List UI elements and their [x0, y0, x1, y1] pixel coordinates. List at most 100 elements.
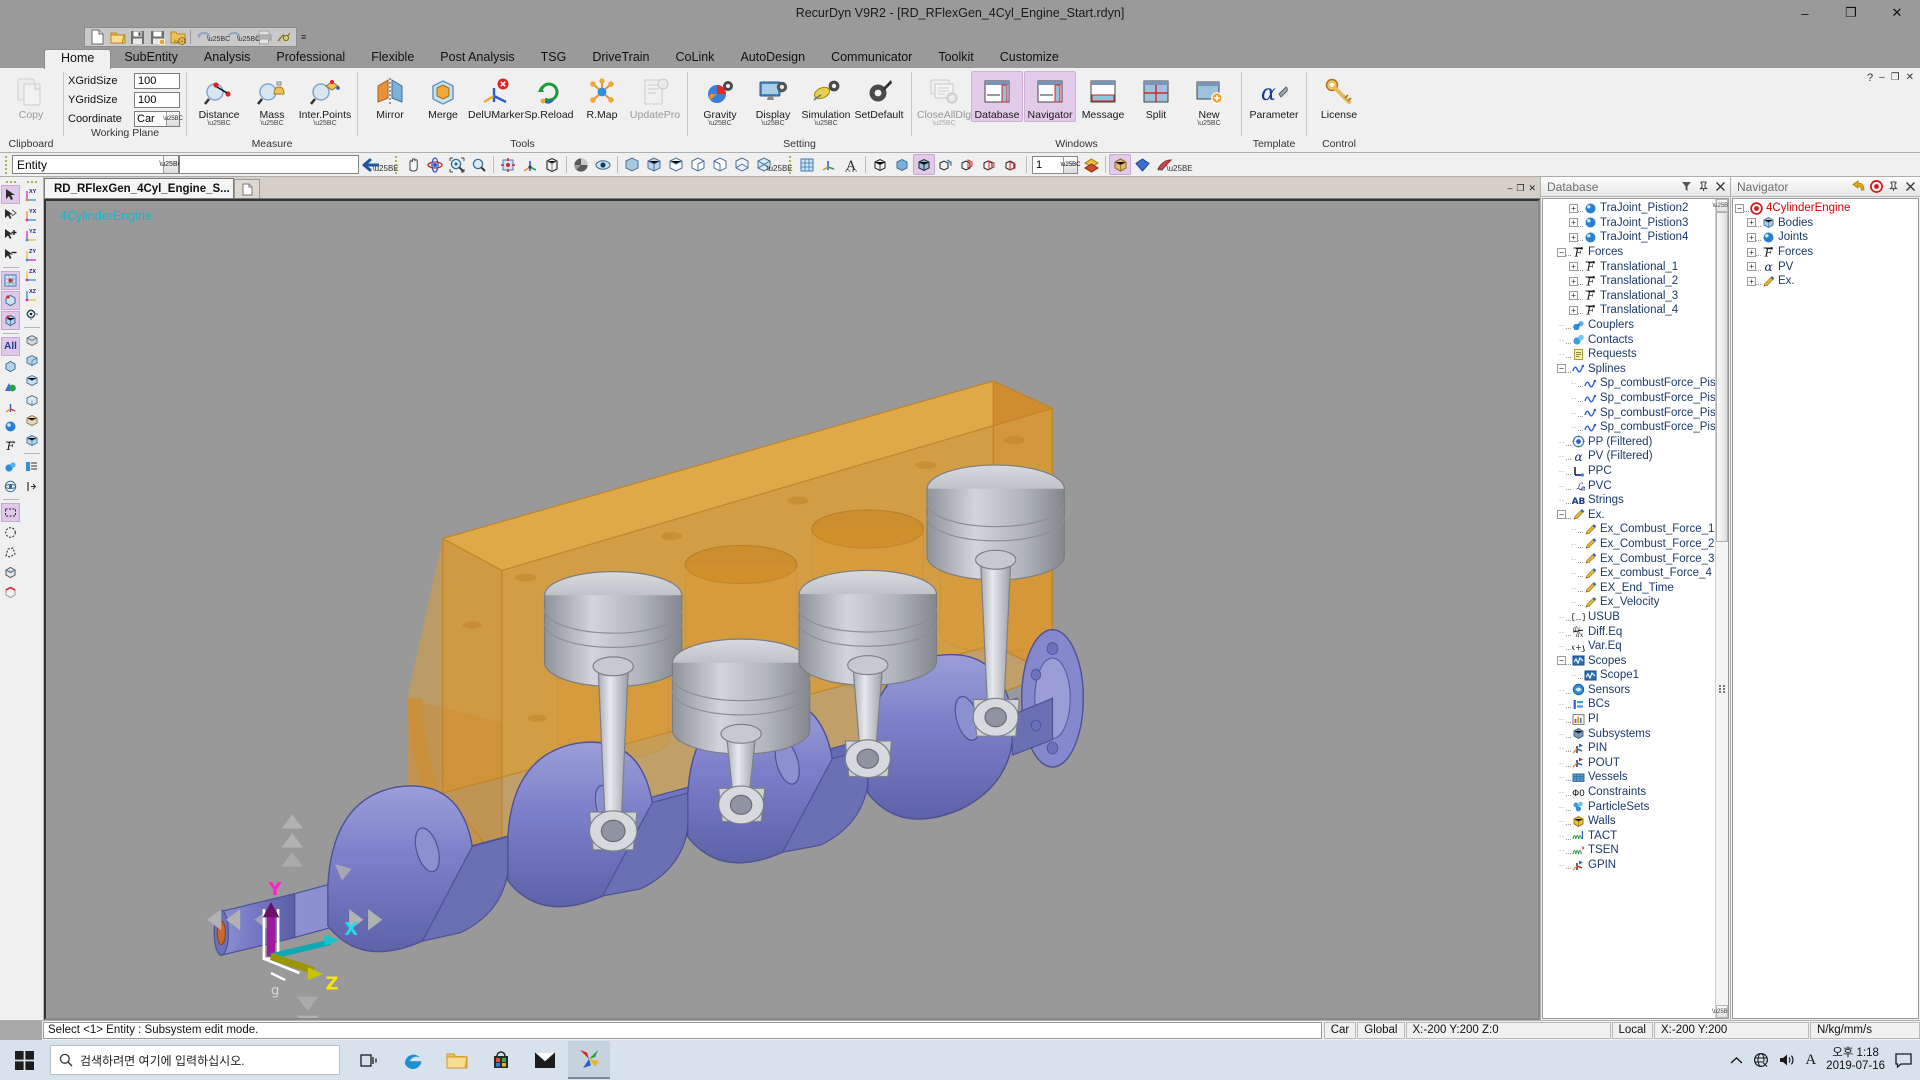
start-button[interactable] [0, 1040, 48, 1080]
chevron-down-icon[interactable]: \u25BC [207, 120, 230, 128]
display-overflow-icon[interactable]: \u25BE [1166, 155, 1192, 175]
fit-icon[interactable] [497, 154, 519, 175]
navigator-window-button[interactable]: Navigator [1024, 71, 1076, 122]
tree-item[interactable]: + Joints [1735, 230, 1918, 245]
target-icon[interactable] [1869, 179, 1883, 194]
taskbar-clock[interactable]: 오후 1:18 2019-07-16 [1826, 1047, 1885, 1073]
rotate-icon[interactable] [424, 154, 446, 175]
ribbon-tab-analysis[interactable]: Analysis [191, 48, 264, 68]
chevron-down-icon[interactable]: \u25BC [932, 120, 955, 128]
sphere-filter-icon[interactable] [1, 477, 20, 496]
mirror-button[interactable]: Mirror [364, 71, 416, 122]
pin-icon[interactable] [1696, 179, 1710, 194]
view-face-5-icon[interactable] [22, 411, 41, 430]
app-close-button[interactable]: ✕ [1906, 72, 1914, 83]
marker-2-icon[interactable] [979, 154, 1001, 175]
pin-icon[interactable] [1886, 179, 1900, 194]
merge-button[interactable]: Merge [417, 71, 469, 122]
tree-item[interactable]: ·· PIN [1545, 741, 1728, 756]
wireframe-icon[interactable] [869, 154, 891, 175]
tree-item[interactable]: + F Translational_2 [1545, 274, 1728, 289]
zoom-icon[interactable] [468, 154, 490, 175]
expand-icon[interactable]: + [1747, 276, 1756, 286]
view-top-icon[interactable] [665, 154, 687, 175]
circle-select-icon[interactable] [1, 523, 20, 542]
marker-filter-icon[interactable] [1, 397, 20, 416]
set-default-button[interactable]: SetDefault [853, 71, 905, 122]
tree-item[interactable]: ·· Sp_combustForce_Piston4 [1545, 420, 1729, 435]
doc-minimize-button[interactable]: – [1507, 183, 1512, 193]
collapse-icon[interactable]: − [1557, 656, 1566, 666]
collapse-icon[interactable]: − [1557, 510, 1566, 520]
tree-item[interactable]: ·· POUT [1545, 756, 1728, 771]
chevron-down-icon[interactable]: \u25BC [159, 156, 183, 173]
ribbon-tab-drivetrain[interactable]: DriveTrain [579, 48, 662, 68]
expand-icon[interactable]: + [1747, 262, 1756, 272]
tree-item[interactable]: − F Forces [1545, 245, 1728, 260]
view-face-4-icon[interactable] [22, 391, 41, 410]
plugin-icon[interactable] [274, 28, 293, 46]
chevron-down-icon[interactable]: \u25BC [761, 120, 784, 128]
document-tab-new[interactable] [234, 179, 260, 198]
tree-item[interactable]: ·· Couplers [1545, 318, 1728, 333]
material-icon[interactable] [1131, 154, 1153, 175]
database-window-button[interactable]: Database [971, 71, 1023, 122]
scroll-thumb[interactable] [1716, 212, 1728, 542]
save-as-icon[interactable] [148, 28, 167, 46]
update-pro-button[interactable]: UpdatePro [629, 71, 681, 122]
tree-item[interactable]: + F Translational_1 [1545, 259, 1728, 274]
expand-icon[interactable]: + [1569, 203, 1578, 213]
ribbon-tab-home[interactable]: Home [44, 49, 112, 69]
toolbar-grip-3[interactable] [787, 155, 793, 174]
tree-item[interactable]: ·· ℒαPVC [1545, 478, 1728, 493]
mail-icon[interactable] [524, 1041, 566, 1079]
tree-item[interactable]: ·· BCs [1545, 697, 1728, 712]
help-icon[interactable]: ? [1867, 72, 1873, 84]
view-right-icon[interactable] [687, 154, 709, 175]
filter-icon[interactable] [1679, 179, 1693, 194]
expand-icon[interactable]: + [1569, 276, 1578, 286]
chevron-up-icon[interactable] [1730, 1056, 1743, 1065]
doc-close-button[interactable]: ✕ [1528, 183, 1536, 194]
new-window-button[interactable]: New \u25BC [1183, 71, 1235, 129]
marker-1-icon[interactable] [957, 154, 979, 175]
tree-item[interactable]: + Bodies [1735, 216, 1918, 231]
expand-icon[interactable]: + [1747, 232, 1756, 242]
plane-zy-icon[interactable]: ZY [22, 245, 41, 264]
3d-viewport[interactable]: 4CylinderEngine Y X Z g [44, 199, 1540, 1020]
network-icon[interactable] [1753, 1052, 1769, 1068]
simulation-button[interactable]: Simulation \u25BC [800, 71, 852, 129]
chevron-down-icon[interactable]: \u25BC [814, 120, 837, 128]
gravity-button[interactable]: Gravity \u25BC [694, 71, 746, 129]
parameter-button[interactable]: α Parameter [1248, 71, 1300, 122]
axis-icon[interactable] [519, 154, 541, 175]
hidden-line-icon[interactable] [935, 154, 957, 175]
view-front-icon[interactable] [643, 154, 665, 175]
chevron-down-icon[interactable]: \u25BC [313, 120, 336, 128]
expand-icon[interactable]: + [1569, 305, 1578, 315]
recurdyn-icon[interactable] [568, 1041, 610, 1079]
geometry-filter-icon[interactable] [1, 377, 20, 396]
ribbon-tab-communicator[interactable]: Communicator [818, 48, 925, 68]
scroll-down-icon[interactable]: \u25BC [1712, 1005, 1728, 1018]
ribbon-tab-tsg[interactable]: TSG [528, 48, 580, 68]
list-icon[interactable] [22, 457, 41, 476]
tree-item[interactable]: + α PV [1735, 259, 1918, 274]
scroll-track[interactable] [1716, 212, 1728, 1005]
joint-filter-icon[interactable] [1, 417, 20, 436]
app-restore-button[interactable]: ❐ [1891, 72, 1900, 83]
tree-item[interactable]: ·· Ex_Combust_Force_1 [1545, 522, 1728, 537]
plane-xy-icon[interactable]: XY [22, 185, 41, 204]
triad-icon[interactable] [818, 154, 840, 175]
entity-type-combo[interactable]: Entity \u25BC [12, 155, 183, 174]
face-select-icon[interactable] [1, 563, 20, 582]
tree-item[interactable]: − Ex. [1545, 507, 1728, 522]
tree-item[interactable]: ·· x+yVar.Eq [1545, 639, 1728, 654]
tree-item[interactable]: ·· Walls [1545, 814, 1728, 829]
open-icon[interactable] [108, 28, 127, 46]
tree-item[interactable]: ·· α PV (Filtered) [1545, 449, 1728, 464]
layers-icon[interactable] [1080, 154, 1102, 175]
tree-item[interactable]: ·· Vessels [1545, 770, 1728, 785]
split-window-button[interactable]: Split [1130, 71, 1182, 122]
tree-item[interactable]: ·· Sensors [1545, 683, 1728, 698]
